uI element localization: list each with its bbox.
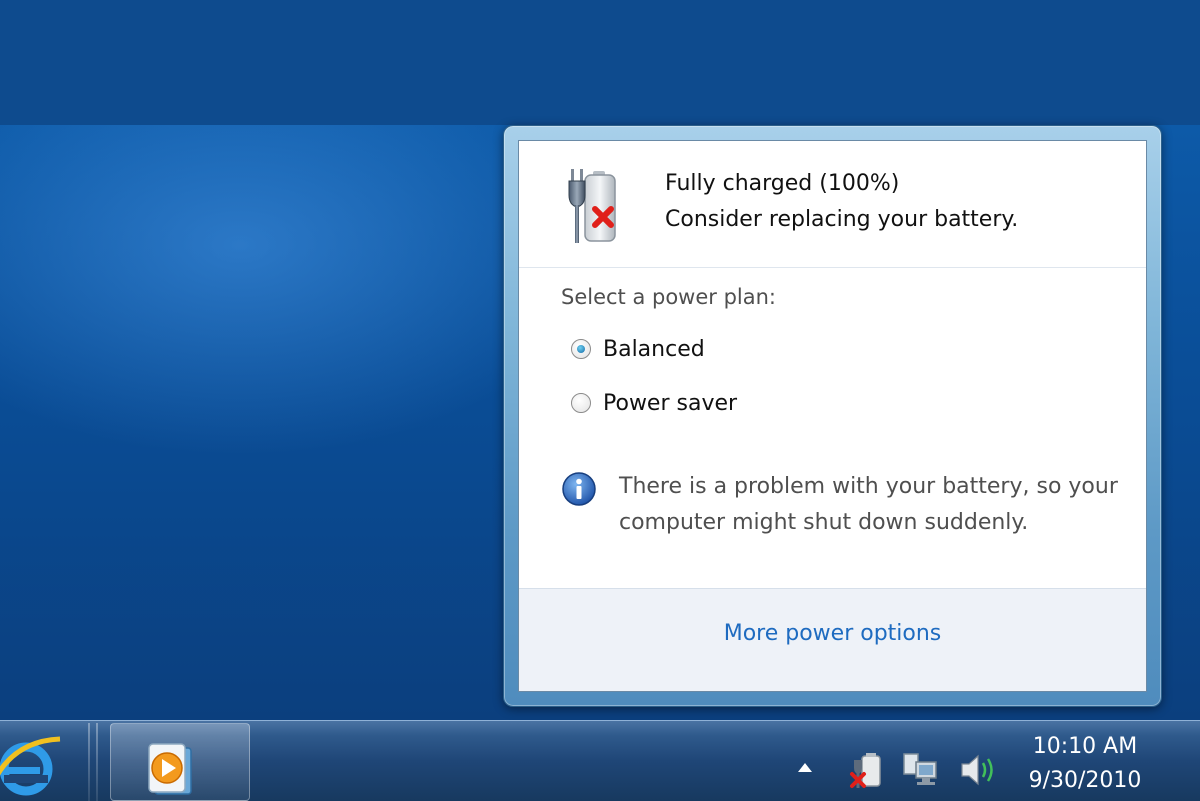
battery-warning-icon (568, 169, 616, 243)
volume-icon[interactable] (958, 752, 998, 788)
windows-media-player-icon (148, 743, 192, 795)
flyout-footer: More power options (519, 588, 1146, 691)
power-flyout: Fully charged (100%) Consider replacing … (503, 125, 1162, 707)
power-plan-heading: Select a power plan: (561, 285, 777, 309)
internet-explorer-icon[interactable] (0, 731, 66, 801)
info-icon (562, 472, 596, 506)
taskbar-separator (88, 723, 90, 801)
windows-media-player-button[interactable] (110, 723, 250, 801)
power-saver-radio[interactable] (571, 393, 591, 413)
power-plan-power-saver[interactable]: Power saver (571, 387, 737, 419)
battery-status-section: Fully charged (100%) Consider replacing … (519, 141, 1146, 268)
battery-problem-message: There is a problem with your battery, so… (619, 474, 1118, 535)
clock-time: 10:10 AM (1032, 734, 1138, 759)
taskbar-separator (96, 723, 98, 801)
network-icon[interactable] (900, 750, 940, 790)
desktop-top-band (0, 0, 1200, 125)
taskbar-clock[interactable]: 10:10 AM 9/30/2010 (1010, 730, 1160, 798)
battery-replace-warning: Consider replacing your battery. (665, 207, 1019, 232)
power-flyout-panel: Fully charged (100%) Consider replacing … (518, 140, 1147, 692)
balanced-label[interactable]: Balanced (603, 337, 705, 362)
more-power-options-link[interactable]: More power options (519, 621, 1146, 646)
power-saver-label[interactable]: Power saver (603, 391, 737, 416)
show-hidden-icons-arrow-icon[interactable] (795, 760, 815, 774)
power-warning-icon[interactable] (848, 750, 888, 790)
power-plan-balanced[interactable]: Balanced (571, 333, 705, 365)
clock-date: 9/30/2010 (1028, 768, 1142, 793)
battery-charge-status: Fully charged (100%) (665, 171, 900, 196)
balanced-radio[interactable] (571, 339, 591, 359)
